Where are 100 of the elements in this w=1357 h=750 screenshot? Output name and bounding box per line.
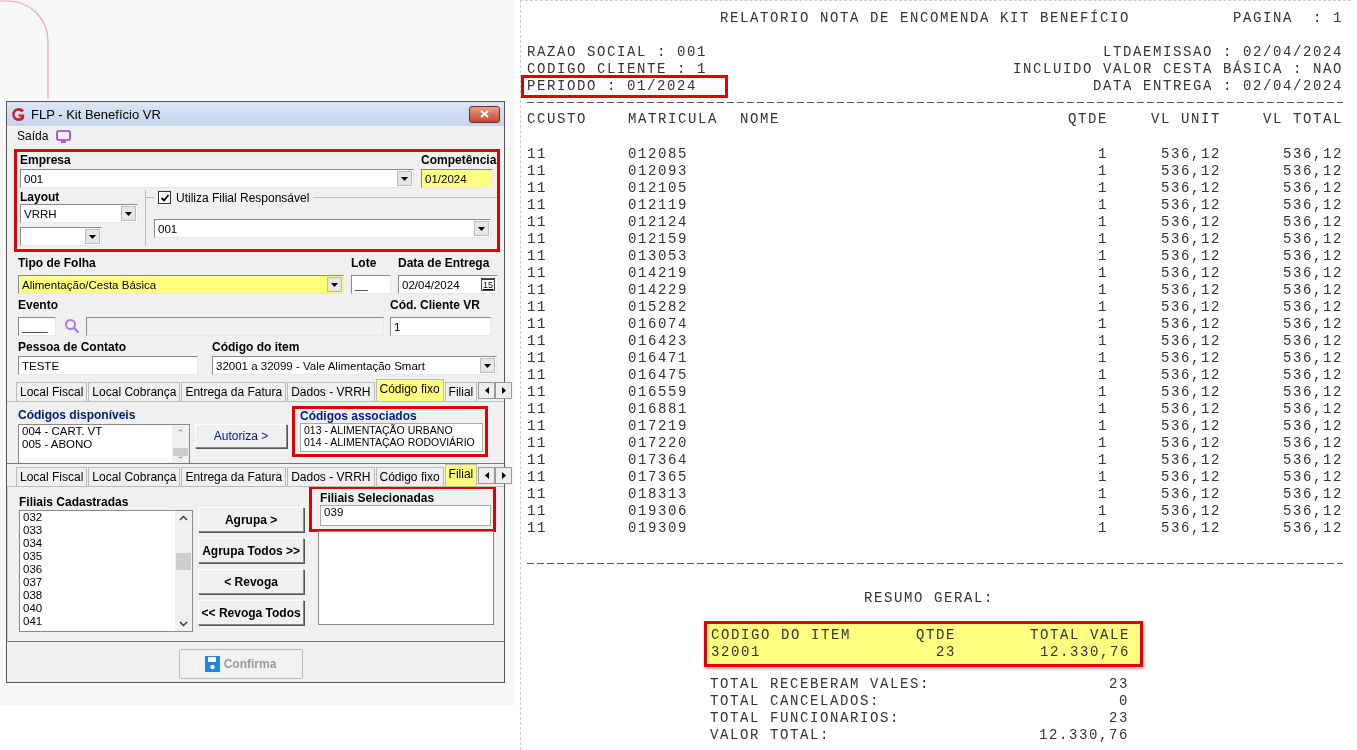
table-cell-text: 11 (527, 163, 548, 180)
action-button[interactable]: << Revoga Todos (198, 600, 305, 625)
tab-scroll-button[interactable] (495, 467, 513, 484)
scrollbar-thumb[interactable] (173, 447, 188, 457)
report-field: LTDAEMISSAO : 02/04/2024 (1102, 44, 1343, 61)
chevron-up-icon (179, 515, 189, 521)
tab[interactable]: Entrega da Fatura (181, 467, 287, 486)
chevron-down-icon (179, 621, 189, 627)
tab-scroll-button[interactable] (478, 467, 496, 484)
dropdown[interactable]: 32001 a 32099 - Vale Alimentação Smart (212, 356, 497, 375)
total-label: VALOR TOTAL: (710, 727, 832, 744)
total-label: TOTAL FUNCIONARIOS: (710, 710, 902, 727)
table-cell-text: 11 (527, 435, 548, 452)
field-label: Tipo de Folha (18, 256, 97, 270)
table-cell-text: 536,12 (1282, 520, 1343, 537)
tab-scroll-button[interactable] (495, 382, 513, 399)
text-field[interactable]: ____ (18, 317, 56, 336)
tab[interactable]: Dados - VRRH (287, 467, 375, 486)
table-cell-text: 11 (527, 180, 548, 197)
table-cell-text: 11 (527, 367, 548, 384)
tab-scroll-button[interactable] (478, 382, 496, 399)
search-icon[interactable] (64, 318, 80, 334)
scrollbar[interactable] (172, 425, 189, 463)
table-cell-text: 016475 (628, 367, 689, 384)
table-cell-text: 11 (527, 452, 548, 469)
tab[interactable]: Local Fiscal (16, 467, 88, 486)
table-cell-text: 1 (1097, 299, 1108, 316)
table-cell-text: 013053 (628, 248, 689, 265)
scrollbar-thumb[interactable] (176, 553, 192, 570)
table-cell-text: 536,12 (1160, 486, 1221, 503)
text-field[interactable]: __ (351, 275, 391, 294)
table-cell-text: 536,12 (1160, 367, 1221, 384)
action-button[interactable]: Agrupa Todos >> (198, 538, 305, 563)
action-button[interactable]: < Revoga (198, 569, 305, 594)
table-cell-text: 536,12 (1160, 350, 1221, 367)
dropdown[interactable]: 001 (154, 219, 491, 238)
tab[interactable]: Filial (444, 464, 478, 486)
authorize-button[interactable]: Autoriza > (195, 424, 287, 448)
table-cell-text: 536,12 (1282, 503, 1343, 520)
table-cell-text: 11 (527, 316, 548, 333)
menu-item[interactable]: Saída (17, 129, 49, 143)
tab[interactable]: Local Cobrança (88, 382, 181, 401)
window-title: FLP - Kit Benefício VR (31, 106, 162, 122)
table-cell-text: 11 (527, 520, 548, 537)
table-cell-text: 536,12 (1160, 333, 1221, 350)
list-item[interactable]: 037 (23, 576, 173, 589)
field-label: Cód. Cliente VR (390, 298, 482, 312)
tab[interactable]: Entrega da Fatura (181, 382, 287, 401)
list-item[interactable]: 041 (23, 615, 173, 628)
table-cell-text: 1 (1097, 163, 1108, 180)
dropdown[interactable] (20, 227, 102, 246)
list-item[interactable]: 040 (23, 602, 173, 615)
checkbox[interactable] (158, 191, 171, 204)
calendar-icon[interactable]: 15 (481, 278, 495, 291)
table-cell-text: 536,12 (1282, 435, 1343, 452)
report-field: PERIODO : 01/2024 (527, 78, 698, 94)
table-cell-text: 1 (1097, 367, 1108, 384)
tab[interactable]: Dados - VRRH (287, 382, 375, 401)
action-button[interactable]: Agrupa > (198, 507, 305, 532)
table-cell-text: 1 (1097, 435, 1108, 452)
tab[interactable]: Local Cobrança (88, 467, 181, 486)
list-item[interactable]: 032 (23, 511, 173, 524)
dropdown[interactable]: Alimentação/Cesta Básica (18, 275, 344, 294)
list-item[interactable]: 033 (23, 524, 173, 537)
tab[interactable]: Código fixo (375, 379, 444, 401)
column-header: VL TOTAL (1262, 111, 1343, 128)
table-cell-text: 11 (527, 486, 548, 503)
table-cell-text: 1 (1097, 384, 1108, 401)
list-item[interactable]: 034 (23, 537, 173, 550)
table-cell-text: 536,12 (1282, 282, 1343, 299)
dropdown[interactable]: VRRH (20, 204, 138, 223)
tab[interactable]: Local Fiscal (16, 382, 88, 401)
table-cell-text: 536,12 (1282, 231, 1343, 248)
list-item[interactable]: 038 (23, 589, 173, 602)
tab[interactable]: Filial (444, 382, 478, 401)
table-cell-text: 536,12 (1282, 384, 1343, 401)
table-cell-text: 536,12 (1282, 248, 1343, 265)
dropdown[interactable]: 001 (20, 169, 414, 188)
close-button[interactable] (469, 105, 500, 123)
list-item[interactable]: 014 - ALIMENTAÇAO RODOVIÁRIO (304, 436, 479, 448)
text-field[interactable]: 1 (390, 317, 491, 336)
table-cell-text: 536,12 (1282, 316, 1343, 333)
list-item[interactable]: 013 - ALIMENTAÇÃO URBANO (304, 424, 479, 436)
tab[interactable]: Código fixo (375, 467, 444, 486)
table-cell-text: 536,12 (1160, 418, 1221, 435)
table-cell-text: 018313 (628, 486, 689, 503)
date-field[interactable]: 02/04/2024 15 (398, 275, 498, 294)
list-item[interactable]: 005 - ABONO (22, 438, 169, 451)
table-cell-text: 536,12 (1160, 299, 1221, 316)
table-cell-text: 1 (1097, 333, 1108, 350)
text-field[interactable]: 01/2024 (421, 169, 493, 188)
report-field: DATA ENTREGA : 02/04/2024 (1092, 78, 1343, 95)
table-cell-text: 11 (527, 401, 548, 418)
scrollbar[interactable] (175, 511, 193, 631)
table-cell-text: 1 (1097, 282, 1108, 299)
table-cell-text: 536,12 (1282, 452, 1343, 469)
list-item[interactable]: 004 - CART. VT (22, 425, 169, 438)
list-item[interactable]: 036 (23, 563, 173, 576)
list-item[interactable]: 035 (23, 550, 173, 563)
text-field[interactable]: TESTE (18, 356, 198, 375)
